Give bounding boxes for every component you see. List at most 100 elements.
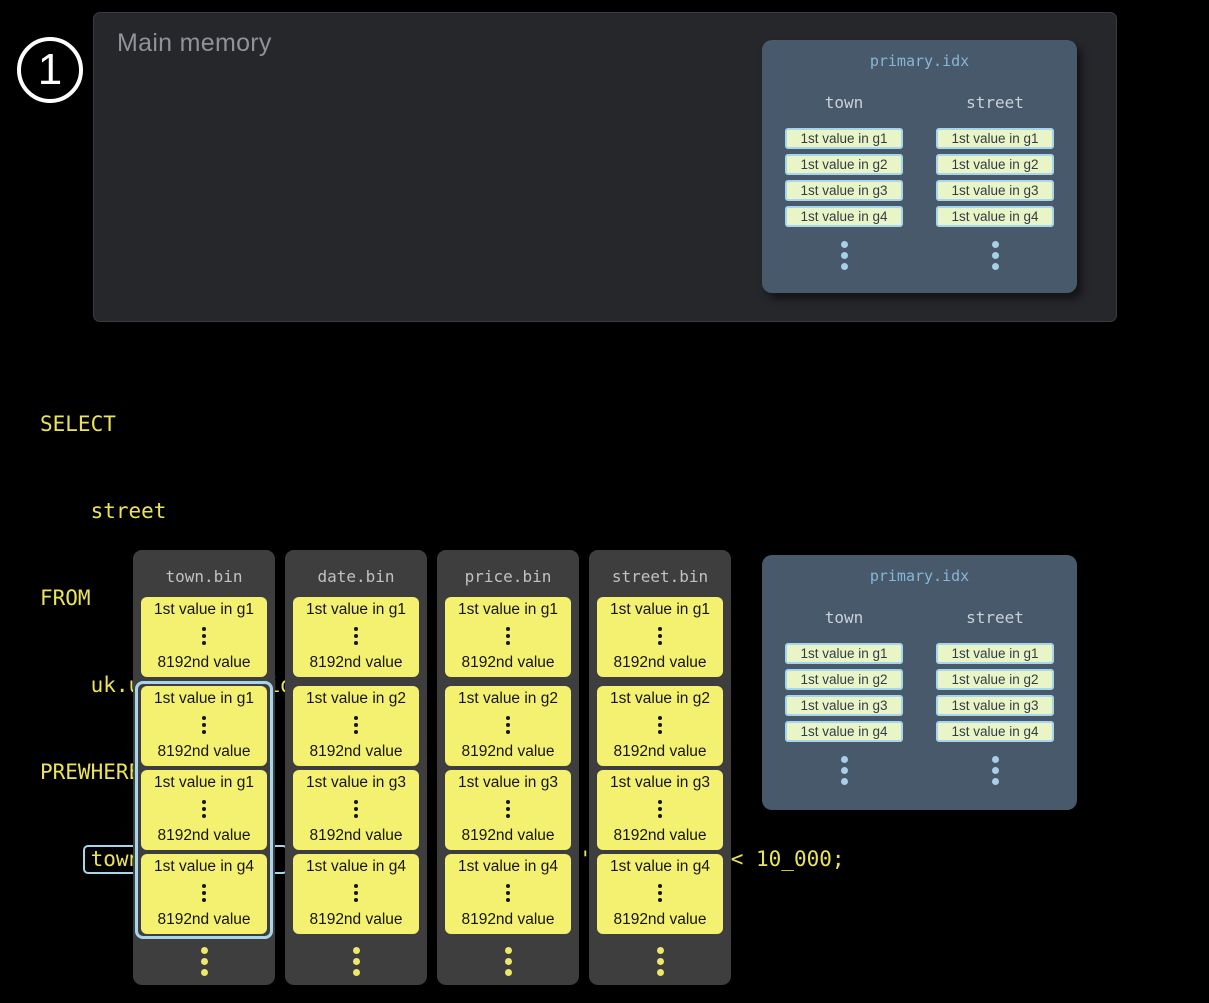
- vertical-ellipsis-icon: [506, 716, 510, 735]
- granule-block: 1st value in g3 8192nd value: [445, 770, 571, 850]
- main-memory-panel: Main memory primary.idx town 1st value i…: [93, 12, 1117, 322]
- index-column-town: town 1st value in g1 1st value in g2 1st…: [785, 608, 903, 786]
- bin-file-column-street: street.bin 1st value in g1 8192nd value …: [589, 550, 731, 985]
- granule-first-value: 1st value in g4: [610, 858, 710, 876]
- granule-last-value: 8192nd value: [461, 654, 554, 672]
- diagram-canvas: 1 Main memory primary.idx town 1st value…: [0, 0, 1209, 1003]
- index-entry-chip: 1st value in g1: [936, 643, 1054, 664]
- granule-last-value: 8192nd value: [613, 743, 706, 761]
- granule-first-value: 1st value in g1: [458, 601, 558, 619]
- vertical-ellipsis-icon: [658, 627, 662, 646]
- vertical-ellipsis-icon: [658, 716, 662, 735]
- vertical-ellipsis-icon: [285, 947, 427, 977]
- bin-file-title: street.bin: [589, 550, 731, 597]
- primary-index-title: primary.idx: [762, 40, 1077, 70]
- granule-block: 1st value in g1 8192nd value: [141, 597, 267, 677]
- vertical-ellipsis-icon: [992, 756, 999, 786]
- vertical-ellipsis-icon: [133, 947, 275, 977]
- vertical-ellipsis-icon: [992, 241, 999, 271]
- granule-block: 1st value in g4 8192nd value: [597, 854, 723, 934]
- vertical-ellipsis-icon: [354, 800, 358, 819]
- granule-group: 1st value in g2 8192nd value 1st value i…: [439, 681, 577, 939]
- granule-block: 1st value in g4 8192nd value: [141, 854, 267, 934]
- index-entry-chip: 1st value in g2: [936, 154, 1054, 175]
- granule-last-value: 8192nd value: [309, 827, 402, 845]
- step-number-badge: 1: [17, 37, 83, 103]
- vertical-ellipsis-icon: [202, 627, 206, 646]
- index-column-town: town 1st value in g1 1st value in g2 1st…: [785, 93, 903, 271]
- granule-block: 1st value in g2 8192nd value: [293, 686, 419, 766]
- index-entry-chip: 1st value in g1: [936, 128, 1054, 149]
- vertical-ellipsis-icon: [506, 627, 510, 646]
- index-column-street: street 1st value in g1 1st value in g2 1…: [936, 608, 1054, 786]
- granule-first-value: 1st value in g1: [154, 690, 254, 708]
- granule-last-value: 8192nd value: [157, 743, 250, 761]
- index-entry-chip: 1st value in g1: [785, 643, 903, 664]
- index-entry-chip: 1st value in g4: [936, 721, 1054, 742]
- granule-last-value: 8192nd value: [613, 654, 706, 672]
- granule-last-value: 8192nd value: [157, 911, 250, 929]
- granule-block: 1st value in g1 8192nd value: [141, 770, 267, 850]
- granule-first-value: 1st value in g4: [458, 858, 558, 876]
- bin-file-column-date: date.bin 1st value in g1 8192nd value 1s…: [285, 550, 427, 985]
- granule-last-value: 8192nd value: [461, 743, 554, 761]
- granule-first-value: 1st value in g1: [154, 601, 254, 619]
- vertical-ellipsis-icon: [202, 884, 206, 903]
- granule-last-value: 8192nd value: [613, 911, 706, 929]
- index-column-header: town: [825, 93, 864, 112]
- vertical-ellipsis-icon: [437, 947, 579, 977]
- vertical-ellipsis-icon: [658, 884, 662, 903]
- index-entry-chip: 1st value in g3: [785, 180, 903, 201]
- granule-first-value: 1st value in g3: [610, 774, 710, 792]
- granule-block: 1st value in g1 8192nd value: [293, 597, 419, 677]
- granule-first-value: 1st value in g1: [306, 601, 406, 619]
- primary-index-panel-disk: primary.idx town 1st value in g1 1st val…: [762, 555, 1077, 810]
- granule-first-value: 1st value in g2: [610, 690, 710, 708]
- primary-index-title: primary.idx: [762, 555, 1077, 585]
- granule-first-value: 1st value in g1: [154, 774, 254, 792]
- granule-first-value: 1st value in g4: [306, 858, 406, 876]
- granule-block: 1st value in g3 8192nd value: [597, 770, 723, 850]
- index-column-header: street: [966, 608, 1024, 627]
- granule-first-value: 1st value in g3: [458, 774, 558, 792]
- granule-first-value: 1st value in g2: [458, 690, 558, 708]
- granule-block: 1st value in g1 8192nd value: [597, 597, 723, 677]
- index-entry-chip: 1st value in g3: [936, 180, 1054, 201]
- sql-line: SELECT: [40, 410, 845, 439]
- granule-block: 1st value in g3 8192nd value: [293, 770, 419, 850]
- index-column-header: town: [825, 608, 864, 627]
- vertical-ellipsis-icon: [658, 800, 662, 819]
- index-entry-chip: 1st value in g4: [785, 206, 903, 227]
- bin-file-title: date.bin: [285, 550, 427, 597]
- granule-last-value: 8192nd value: [309, 654, 402, 672]
- granule-first-value: 1st value in g4: [154, 858, 254, 876]
- vertical-ellipsis-icon: [354, 884, 358, 903]
- vertical-ellipsis-icon: [202, 716, 206, 735]
- granule-first-value: 1st value in g3: [306, 774, 406, 792]
- granule-last-value: 8192nd value: [309, 743, 402, 761]
- main-memory-title: Main memory: [117, 29, 272, 58]
- index-entry-chip: 1st value in g1: [785, 128, 903, 149]
- bin-file-title: price.bin: [437, 550, 579, 597]
- granule-first-value: 1st value in g2: [306, 690, 406, 708]
- index-entry-chip: 1st value in g3: [936, 695, 1054, 716]
- selected-granules-outline: 1st value in g1 8192nd value 1st value i…: [135, 681, 273, 939]
- granule-last-value: 8192nd value: [309, 911, 402, 929]
- granule-block: 1st value in g4 8192nd value: [445, 854, 571, 934]
- vertical-ellipsis-icon: [202, 800, 206, 819]
- vertical-ellipsis-icon: [589, 947, 731, 977]
- vertical-ellipsis-icon: [354, 716, 358, 735]
- bin-file-column-price: price.bin 1st value in g1 8192nd value 1…: [437, 550, 579, 985]
- index-entry-chip: 1st value in g4: [785, 721, 903, 742]
- granule-last-value: 8192nd value: [613, 827, 706, 845]
- vertical-ellipsis-icon: [841, 241, 848, 271]
- bin-file-column-town: town.bin 1st value in g1 8192nd value 1s…: [133, 550, 275, 985]
- granule-last-value: 8192nd value: [157, 827, 250, 845]
- index-entry-chip: 1st value in g2: [785, 669, 903, 690]
- vertical-ellipsis-icon: [841, 756, 848, 786]
- primary-index-columns: town 1st value in g1 1st value in g2 1st…: [762, 608, 1077, 786]
- step-number: 1: [38, 48, 62, 92]
- index-column-header: street: [966, 93, 1024, 112]
- granule-first-value: 1st value in g1: [610, 601, 710, 619]
- granule-block: 1st value in g2 8192nd value: [597, 686, 723, 766]
